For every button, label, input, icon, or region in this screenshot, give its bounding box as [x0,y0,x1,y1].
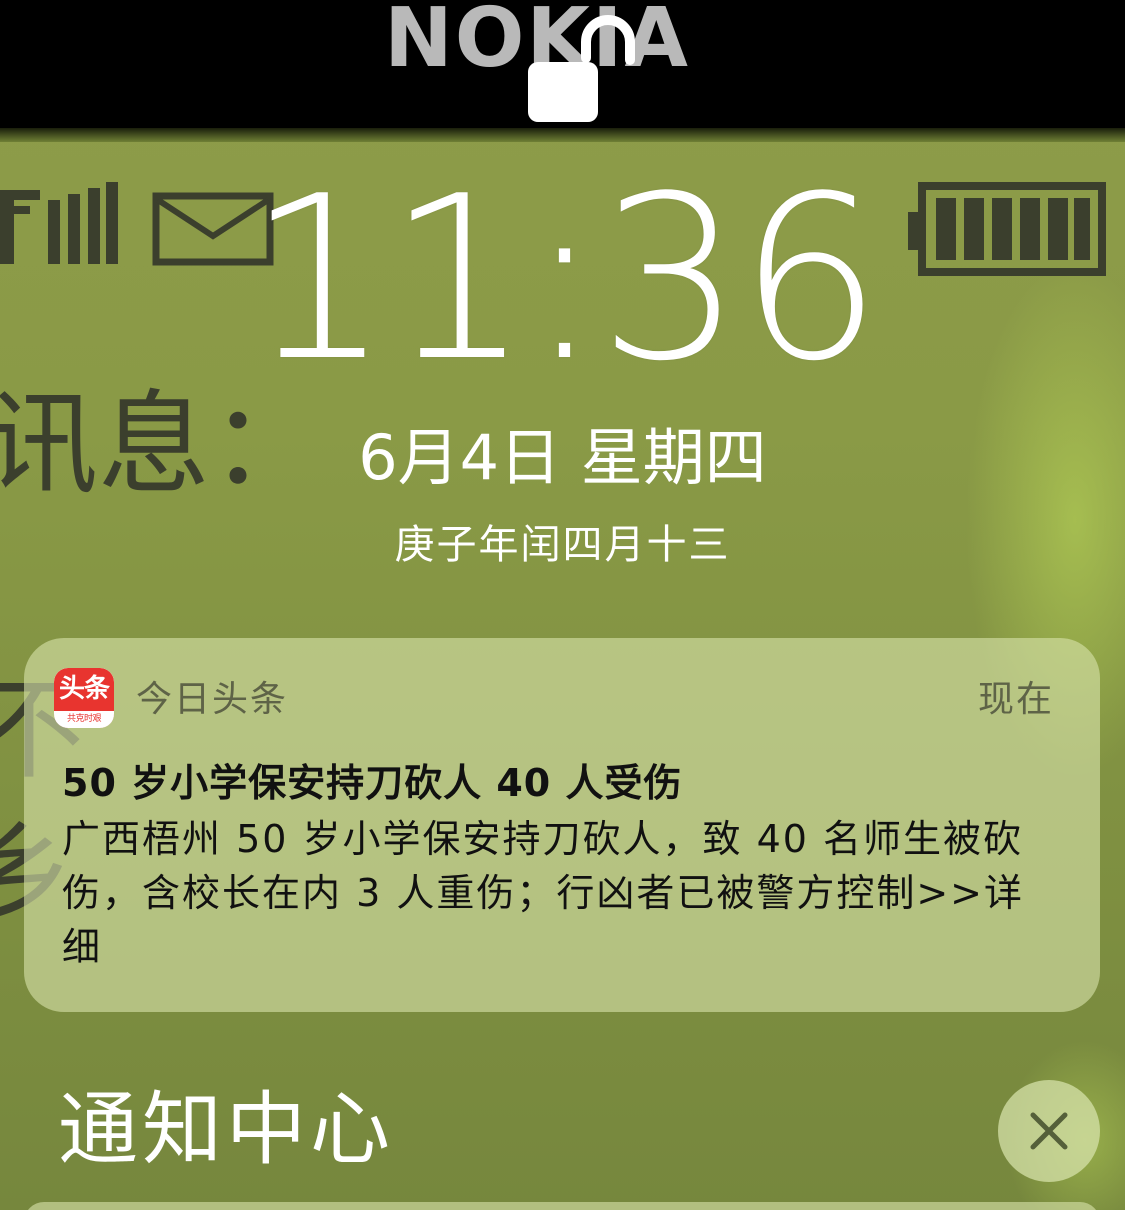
notification-app-name: 今日头条 [136,679,289,720]
unlocked-padlock-icon [528,15,635,122]
notification-body: 广西梧州 50 岁小学保安持刀砍人，致 40 名师生被砍伤，含校长在内 3 人重… [62,817,1025,969]
app-icon-logo-text: 头条 [58,674,110,704]
close-icon [1030,1112,1068,1150]
notification-title: 50 岁小学保安持刀砍人 40 人受伤 [62,761,683,805]
wallpaper-bezel-edge [0,128,1125,142]
toutiao-app-icon: 头条 共克时艰 [54,668,114,728]
lockscreen-time: 11:36 [246,148,882,411]
clear-notifications-button[interactable] [998,1080,1100,1182]
lockscreen-date: 6月4日 星期四 [358,421,767,494]
notification-card[interactable]: 头条 共克时艰 今日头条 现在 50 岁小学保安持刀砍人 40 人受伤 广西梧州… [24,638,1100,1012]
lock-screen: NOKIA 讯息： 不 乡 11:36 6月4日 星期四 庚子年闰四月十三 [0,0,1125,1210]
next-notification-card-peek[interactable] [24,1202,1100,1210]
notification-time: 现在 [977,679,1054,720]
app-icon-slogan: 共克时艰 [66,714,102,724]
lockscreen-lunar-date: 庚子年闰四月十三 [394,522,731,568]
notification-center-title: 通知中心 [58,1083,394,1176]
